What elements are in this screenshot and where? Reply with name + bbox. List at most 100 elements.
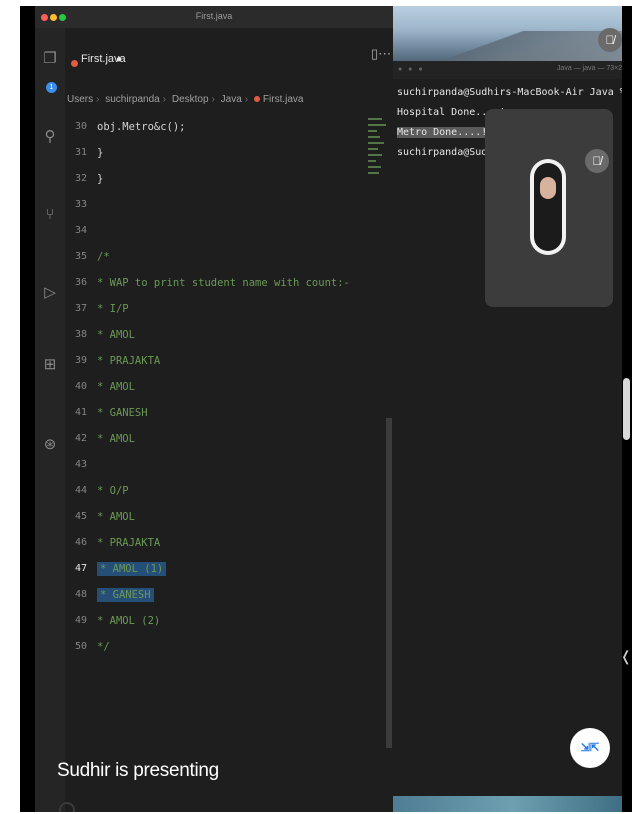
code-line[interactable]: 44 * O/P — [65, 478, 375, 504]
code-line[interactable]: 33 — [65, 192, 375, 218]
code-text: * AMOL (1) — [97, 556, 167, 582]
breadcrumb: Users › suchirpanda › Desktop › Java › First… — [67, 94, 304, 105]
line-number: 46 — [74, 537, 87, 548]
code-area[interactable]: 30 obj.Metro&c(); 31} 32} 33 34 35/* 36 * WAP to… — [65, 114, 375, 674]
code-line[interactable]: 38 * AMOL — [65, 322, 375, 348]
settings-icon[interactable] — [59, 802, 75, 812]
code-text: * AMOL — [97, 433, 135, 445]
line-number: 45 — [74, 511, 87, 522]
explorer-badge: 1 — [46, 82, 57, 93]
editor-scrollbar[interactable] — [386, 418, 392, 748]
code-line[interactable]: 40 * AMOL — [65, 374, 375, 400]
java-file-icon — [71, 55, 78, 73]
line-number: 49 — [74, 615, 87, 626]
extensions-icon[interactable]: ⊞ — [41, 356, 59, 374]
terminal-line: Metro Done....! — [397, 127, 488, 138]
breadcrumb-item[interactable]: Desktop — [172, 94, 209, 105]
line-number: 35 — [74, 251, 87, 262]
terminal-window-controls[interactable]: ● ● ● — [398, 66, 425, 73]
code-text: * GANESH — [97, 407, 148, 419]
line-number: 37 — [74, 303, 87, 314]
line-number: 34 — [74, 225, 87, 236]
mic-off-icon: 🎙̸ — [585, 149, 609, 173]
breadcrumb-item[interactable]: Java — [221, 94, 242, 105]
desktop-wallpaper-bottom — [393, 796, 632, 812]
collapse-presentation-button[interactable]: ⇲⇱ — [570, 728, 610, 768]
code-line[interactable]: 45 * AMOL — [65, 504, 375, 530]
code-text: * PRAJAKTA — [97, 355, 161, 367]
line-number: 36 — [74, 277, 87, 288]
selected-text: * AMOL (1) — [97, 562, 167, 576]
code-text: * AMOL — [97, 381, 135, 393]
code-line[interactable]: 39 * PRAJAKTA — [65, 348, 375, 374]
code-text: * PRAJAKTA — [97, 537, 161, 549]
code-line[interactable]: 42 * AMOL — [65, 426, 375, 452]
search-icon[interactable]: ⚲ — [41, 128, 59, 146]
code-line[interactable]: 37 * I/P — [65, 296, 375, 322]
code-text: * I/P — [97, 303, 129, 315]
code-text: */ — [97, 641, 110, 653]
java-file-icon — [253, 96, 260, 103]
code-line[interactable]: 31} — [65, 140, 375, 166]
line-number: 42 — [74, 433, 87, 444]
code-text: * GANESH — [97, 582, 154, 608]
activity-bar: ❐ 1 ⚲ ⑂ ▷ ⊞ ⊛ — [35, 28, 65, 812]
split-editor-icon[interactable]: ▯⋯ — [371, 46, 391, 62]
code-line[interactable]: 30 obj.Metro&c(); — [65, 114, 375, 140]
line-number: 38 — [74, 329, 87, 340]
editor-tabbar: First.java ● ▯⋯ — [65, 28, 393, 90]
terminal-line: suchirpanda@Sudhirs-MacBook-Air Java % j… — [397, 87, 631, 98]
source-control-icon[interactable]: ⑂ — [41, 206, 59, 224]
window-title: First.java — [195, 11, 233, 21]
participant-video-tile[interactable]: 🎙̸ — [485, 109, 613, 307]
breadcrumb-item[interactable]: Users — [67, 94, 93, 105]
minimap[interactable] — [368, 114, 386, 219]
terminal-title: Java — java — 73×24 — [556, 65, 626, 72]
unsaved-dot-icon[interactable]: ● — [116, 54, 122, 65]
remote-icon[interactable]: ⊛ — [41, 436, 59, 454]
line-number: 30 — [74, 121, 87, 132]
screen-share-frame: First.java ❐ 1 ⚲ ⑂ ▷ ⊞ ⊛ First.java ● ▯⋯… — [20, 6, 632, 812]
code-text: * AMOL (2) — [97, 615, 161, 627]
line-number: 33 — [74, 199, 87, 210]
code-text: obj.Metro&c(); — [97, 121, 186, 133]
code-line[interactable]: 41 * GANESH — [65, 400, 375, 426]
code-line[interactable]: 36 * WAP to print student name with count… — [65, 270, 375, 296]
code-line[interactable]: 50 */ — [65, 634, 375, 660]
line-number: 39 — [74, 355, 87, 366]
desktop-wallpaper — [393, 6, 632, 61]
code-text: * WAP to print student name with count:- — [97, 277, 350, 289]
line-number: 50 — [74, 641, 87, 652]
code-line[interactable]: 34 — [65, 218, 375, 244]
breadcrumb-item[interactable]: First.java — [263, 94, 304, 105]
code-text: * AMOL — [97, 511, 135, 523]
tab-first-java[interactable]: First.java ● — [65, 46, 135, 70]
code-line[interactable]: 46 * PRAJAKTA — [65, 530, 375, 556]
code-text: } — [97, 173, 104, 185]
presenting-label: Sudhir is presenting — [57, 760, 219, 781]
code-line[interactable]: 47 * AMOL (1) — [65, 556, 375, 582]
explorer-icon[interactable]: ❐ — [41, 50, 59, 68]
line-number: 43 — [74, 459, 87, 470]
terminal-titlebar: ● ● ● Java — java — 73×24 — [393, 61, 632, 79]
code-line[interactable]: 43 — [65, 452, 375, 478]
run-debug-icon[interactable]: ▷ — [41, 284, 59, 302]
code-text: /* — [97, 251, 110, 263]
code-line[interactable]: 49 * AMOL (2) — [65, 608, 375, 634]
line-number: 31 — [74, 147, 87, 158]
side-panel-handle[interactable] — [623, 378, 630, 440]
code-line[interactable]: 48 * GANESH — [65, 582, 375, 608]
line-number: 32 — [74, 173, 87, 184]
participant-avatar — [530, 159, 566, 255]
line-number: 44 — [74, 485, 87, 496]
code-line[interactable]: 32} — [65, 166, 375, 192]
code-editor-window: First.java ❐ 1 ⚲ ⑂ ▷ ⊞ ⊛ First.java ● ▯⋯… — [35, 6, 393, 812]
line-number: 41 — [74, 407, 87, 418]
chevron-left-icon[interactable]: ❬ — [620, 648, 632, 665]
line-number: 47 — [74, 563, 87, 574]
code-text: } — [97, 147, 104, 159]
mic-off-icon: 🎙̸ — [598, 28, 622, 52]
code-text: * AMOL — [97, 329, 135, 341]
breadcrumb-item[interactable]: suchirpanda — [105, 94, 159, 105]
code-line[interactable]: 35 /* — [65, 244, 375, 270]
